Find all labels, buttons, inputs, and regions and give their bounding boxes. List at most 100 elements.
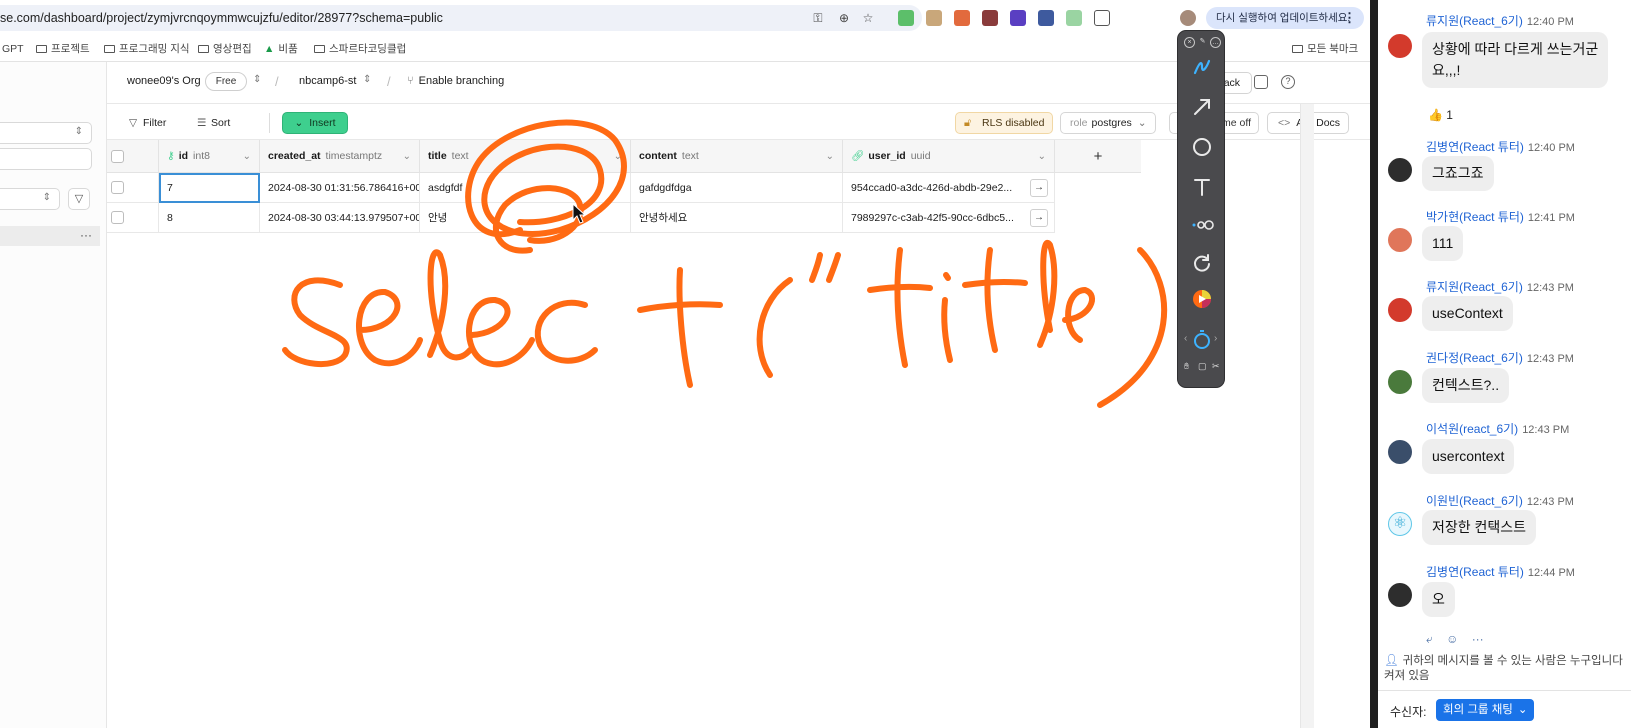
drive-icon: ▲	[264, 43, 275, 55]
color-picker-icon[interactable]	[1190, 287, 1214, 311]
table-cell[interactable]: gafdgdfdga	[631, 173, 843, 203]
column-header-title[interactable]: title text ⌄	[420, 140, 631, 173]
add-column-button[interactable]: +	[1055, 140, 1141, 173]
table-cell[interactable]: 안녕하세요	[631, 203, 843, 233]
project-name[interactable]: nbcamp6-st	[299, 75, 356, 87]
chevron-right-icon[interactable]: ›	[1214, 333, 1217, 344]
bookmark-item[interactable]: ▲ 비품	[264, 40, 298, 58]
zoom-icon[interactable]: ⊕	[836, 11, 852, 25]
table-cell-fk[interactable]: 954ccad0-a3dc-426d-abdb-29e2... →	[843, 173, 1055, 203]
org-switch-icon[interactable]: ⇕	[253, 74, 261, 85]
message-bubble[interactable]: usercontext	[1422, 439, 1515, 474]
table-search-input[interactable]	[0, 148, 92, 170]
sort-button[interactable]: ☰ Sort	[197, 113, 230, 133]
text-tool-icon[interactable]	[1190, 175, 1214, 199]
all-bookmarks[interactable]: 모든 북마크	[1292, 40, 1358, 58]
folder-icon	[1292, 45, 1303, 53]
column-header-user-id[interactable]: 🔗︎ user_id uuid ⌄	[843, 140, 1055, 173]
table-list-item-active[interactable]: ···	[0, 226, 100, 246]
avatar	[1388, 298, 1412, 322]
grid-scrollbar[interactable]	[1300, 104, 1314, 728]
row-checkbox[interactable]	[111, 211, 124, 224]
extension-icon[interactable]	[898, 10, 914, 26]
more-icon[interactable]: …	[1210, 37, 1221, 48]
column-header-id[interactable]: ⚷ id int8 ⌄	[159, 140, 260, 173]
role-select[interactable]: role postgres ⌄	[1060, 112, 1156, 134]
password-key-icon[interactable]: ⚿	[810, 11, 826, 25]
chevron-down-icon[interactable]: ⌄	[243, 140, 251, 172]
bookmark-item[interactable]: GPT	[2, 40, 24, 58]
extension-icon[interactable]	[1010, 10, 1026, 26]
extension-icon[interactable]	[1038, 10, 1054, 26]
message-bubble[interactable]: useContext	[1422, 296, 1513, 331]
timer-icon[interactable]	[1190, 327, 1214, 351]
table-filter-select[interactable]: ⇕	[0, 188, 60, 210]
table-cell[interactable]: 2024-08-30 01:31:56.786416+00	[260, 173, 420, 203]
extension-icon[interactable]	[982, 10, 998, 26]
insert-button[interactable]: ⌄ Insert	[282, 112, 348, 134]
message-bubble[interactable]: 오	[1422, 582, 1455, 617]
chevron-down-icon[interactable]: ⌄	[403, 140, 411, 172]
chevron-left-icon[interactable]: ‹	[1184, 333, 1187, 344]
arrow-right-icon[interactable]: →	[1030, 179, 1048, 197]
filter-button[interactable]: ▽ Filter	[129, 113, 166, 133]
extension-icon[interactable]	[926, 10, 942, 26]
bookmark-folder[interactable]: 영상편집	[198, 40, 252, 58]
table-cell[interactable]: 안녕	[420, 203, 631, 233]
bookmark-folder[interactable]: 스파르타코딩클럽	[314, 40, 406, 58]
column-header-created-at[interactable]: created_at timestamptz ⌄	[260, 140, 420, 173]
reaction-thumbs-up[interactable]: 👍 1	[1428, 108, 1453, 122]
column-header-content[interactable]: content text ⌄	[631, 140, 843, 173]
hand-icon[interactable]: ✋︎	[1184, 361, 1189, 372]
enable-branching-button[interactable]: ⑂ Enable branching	[407, 75, 504, 87]
square-icon[interactable]: ▢	[1198, 361, 1207, 372]
more-vert-icon[interactable]: ⋮	[1343, 7, 1356, 29]
arrow-tool-icon[interactable]	[1190, 95, 1214, 119]
project-switch-icon[interactable]: ⇕	[363, 74, 371, 85]
add-reaction-icon[interactable]: ☺	[1446, 632, 1458, 646]
extension-icon[interactable]	[954, 10, 970, 26]
select-all-checkbox[interactable]	[111, 150, 124, 163]
extensions-puzzle-icon[interactable]	[1094, 10, 1110, 26]
update-chip[interactable]: 다시 실행하여 업데이트하세요. ⋮	[1206, 7, 1364, 29]
table-cell[interactable]: asdgfdf	[420, 173, 631, 203]
bookmark-folder[interactable]: 프로젝트	[36, 40, 90, 58]
pen-tool-icon[interactable]	[1190, 55, 1214, 79]
breadcrumb-separator: /	[387, 74, 391, 89]
filter-icon[interactable]: ▽	[68, 188, 90, 210]
bookmark-star-icon[interactable]: ☆	[860, 11, 876, 25]
reply-icon[interactable]: ⤶	[1426, 632, 1433, 646]
pin-icon[interactable]: ✎	[1197, 37, 1208, 48]
message-bubble[interactable]: 그죠그죠	[1422, 156, 1494, 191]
more-horiz-icon[interactable]: ···	[80, 228, 92, 242]
message-bubble[interactable]: 컨텍스트?..	[1422, 368, 1510, 403]
message-bubble[interactable]: 저장한 컨택스트	[1422, 510, 1537, 545]
address-bar[interactable]: se.com/dashboard/project/zymjvrcnqoymmwc…	[0, 5, 922, 31]
schema-select[interactable]: ⇕	[0, 122, 92, 144]
profile-avatar[interactable]	[1180, 10, 1196, 26]
chevron-down-icon[interactable]: ⌄	[1038, 140, 1046, 172]
org-name[interactable]: wonee09's Org	[127, 75, 201, 87]
refresh-icon[interactable]	[1190, 251, 1214, 275]
line-width-icon[interactable]	[1190, 213, 1214, 237]
bookmark-folder[interactable]: 프로그래밍 지식	[104, 40, 190, 58]
message-bubble[interactable]: 111	[1422, 226, 1464, 261]
chevron-down-icon[interactable]: ⌄	[826, 140, 834, 172]
scissors-icon[interactable]: ✂	[1212, 361, 1220, 372]
inbox-icon[interactable]	[1254, 75, 1268, 89]
more-horiz-icon[interactable]: ···	[1472, 632, 1484, 646]
table-cell[interactable]: 7	[159, 173, 260, 203]
row-checkbox[interactable]	[111, 181, 124, 194]
circle-tool-icon[interactable]	[1190, 135, 1214, 159]
arrow-right-icon[interactable]: →	[1030, 209, 1048, 227]
table-cell[interactable]: 8	[159, 203, 260, 233]
recipient-select[interactable]: 회의 그룹 채팅 ⌄	[1436, 699, 1534, 721]
chevron-down-icon[interactable]: ⌄	[614, 140, 622, 172]
table-cell-fk[interactable]: 7989297c-c3ab-42f5-90cc-6dbc5... →	[843, 203, 1055, 233]
table-cell[interactable]: 2024-08-30 03:44:13.979507+00	[260, 203, 420, 233]
extension-icon[interactable]	[1066, 10, 1082, 26]
rls-status-button[interactable]: 🔓︎ RLS disabled	[955, 112, 1053, 134]
message-bubble[interactable]: 상황에 따라 다르게 쓰는거군 요,,,!	[1422, 32, 1609, 88]
close-icon[interactable]: ×	[1184, 37, 1195, 48]
help-icon[interactable]: ?	[1281, 75, 1295, 89]
